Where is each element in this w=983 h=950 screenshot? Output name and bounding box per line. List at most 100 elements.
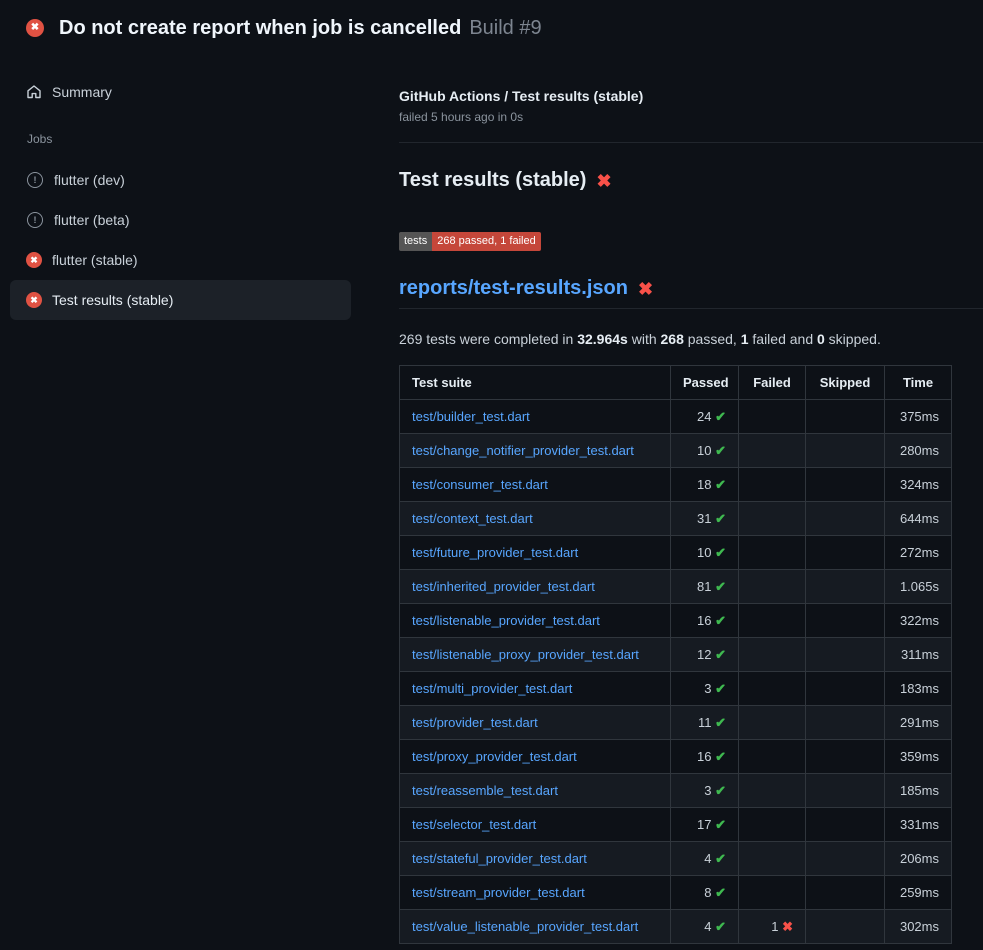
suite-cell: test/stream_provider_test.dart	[400, 876, 671, 910]
passed-cell: 4 ✔	[671, 842, 739, 876]
sidebar-item-summary[interactable]: Summary	[10, 72, 351, 112]
sidebar: Summary Jobs ! flutter (dev) ! flutter (…	[0, 56, 399, 320]
table-row: test/value_listenable_provider_test.dart…	[400, 910, 952, 944]
suite-link[interactable]: test/listenable_proxy_provider_test.dart	[412, 647, 639, 662]
table-row: test/multi_provider_test.dart3 ✔183ms	[400, 672, 952, 706]
check-icon: ✔	[715, 919, 726, 934]
suite-cell: test/context_test.dart	[400, 502, 671, 536]
check-icon: ✔	[715, 409, 726, 424]
skipped-cell	[806, 434, 885, 468]
suite-cell: test/provider_test.dart	[400, 706, 671, 740]
sidebar-item-test-results-stable[interactable]: ✖ Test results (stable)	[10, 280, 351, 320]
suite-cell: test/future_provider_test.dart	[400, 536, 671, 570]
section-title-text: Test results (stable)	[399, 169, 586, 192]
passed-cell: 3 ✔	[671, 672, 739, 706]
check-icon: ✔	[715, 749, 726, 764]
failed-cell: 1 ✖	[739, 910, 806, 944]
time-cell: 291ms	[885, 706, 952, 740]
suite-link[interactable]: test/provider_test.dart	[412, 715, 538, 730]
home-icon	[26, 84, 42, 100]
failed-cell	[739, 570, 806, 604]
skipped-cell	[806, 570, 885, 604]
time-cell: 324ms	[885, 468, 952, 502]
passed-cell: 24 ✔	[671, 400, 739, 434]
failed-cell	[739, 706, 806, 740]
suite-cell: test/listenable_provider_test.dart	[400, 604, 671, 638]
suite-cell: test/consumer_test.dart	[400, 468, 671, 502]
suite-link[interactable]: test/change_notifier_provider_test.dart	[412, 443, 634, 458]
time-cell: 644ms	[885, 502, 952, 536]
table-row: test/reassemble_test.dart3 ✔185ms	[400, 774, 952, 808]
suite-link[interactable]: test/value_listenable_provider_test.dart	[412, 919, 638, 934]
report-file-link[interactable]: reports/test-results.json	[399, 277, 628, 300]
failed-cell	[739, 808, 806, 842]
failed-cell	[739, 774, 806, 808]
time-cell: 259ms	[885, 876, 952, 910]
jobs-section-label: Jobs	[0, 112, 399, 160]
suite-link[interactable]: test/stream_provider_test.dart	[412, 885, 585, 900]
suite-link[interactable]: test/selector_test.dart	[412, 817, 536, 832]
suite-link[interactable]: test/future_provider_test.dart	[412, 545, 578, 560]
suite-cell: test/selector_test.dart	[400, 808, 671, 842]
suite-link[interactable]: test/consumer_test.dart	[412, 477, 548, 492]
suite-link[interactable]: test/proxy_provider_test.dart	[412, 749, 577, 764]
suite-link[interactable]: test/multi_provider_test.dart	[412, 681, 572, 696]
x-circle-icon: ✖	[26, 19, 44, 37]
check-icon: ✔	[715, 443, 726, 458]
failed-cell	[739, 536, 806, 570]
sidebar-item-label: flutter (beta)	[54, 212, 129, 228]
table-row: test/inherited_provider_test.dart81 ✔1.0…	[400, 570, 952, 604]
check-icon: ✔	[715, 647, 726, 662]
table-row: test/selector_test.dart17 ✔331ms	[400, 808, 952, 842]
time-cell: 359ms	[885, 740, 952, 774]
suite-cell: test/builder_test.dart	[400, 400, 671, 434]
sidebar-item-label: Test results (stable)	[52, 292, 173, 308]
suite-cell: test/proxy_provider_test.dart	[400, 740, 671, 774]
suite-link[interactable]: test/reassemble_test.dart	[412, 783, 558, 798]
sidebar-item-flutter-dev[interactable]: ! flutter (dev)	[10, 160, 351, 200]
suite-link[interactable]: test/stateful_provider_test.dart	[412, 851, 587, 866]
failed-cell	[739, 502, 806, 536]
passed-cell: 31 ✔	[671, 502, 739, 536]
neutral-status-icon: !	[27, 172, 43, 188]
badge-value: 268 passed, 1 failed	[432, 232, 540, 251]
header-skipped: Skipped	[806, 366, 885, 400]
x-circle-icon: ✖	[26, 292, 42, 308]
failed-cell	[739, 468, 806, 502]
divider	[399, 142, 983, 143]
sidebar-item-flutter-stable[interactable]: ✖ flutter (stable)	[10, 240, 351, 280]
main-content: GitHub Actions / Test results (stable) f…	[399, 56, 983, 944]
page-header: ✖ Do not create report when job is cance…	[0, 0, 983, 56]
passed-cell: 16 ✔	[671, 740, 739, 774]
run-status-line: failed 5 hours ago in 0s	[399, 110, 983, 124]
table-row: test/provider_test.dart11 ✔291ms	[400, 706, 952, 740]
failed-cell	[739, 740, 806, 774]
skipped-cell	[806, 910, 885, 944]
x-circle-icon: ✖	[26, 252, 42, 268]
table-row: test/listenable_proxy_provider_test.dart…	[400, 638, 952, 672]
skipped-cell	[806, 536, 885, 570]
suite-link[interactable]: test/context_test.dart	[412, 511, 533, 526]
failed-cell	[739, 842, 806, 876]
test-results-table: Test suite Passed Failed Skipped Time te…	[399, 365, 952, 944]
failed-cell	[739, 672, 806, 706]
suite-link[interactable]: test/inherited_provider_test.dart	[412, 579, 595, 594]
table-row: test/consumer_test.dart18 ✔324ms	[400, 468, 952, 502]
suite-link[interactable]: test/builder_test.dart	[412, 409, 530, 424]
suite-link[interactable]: test/listenable_provider_test.dart	[412, 613, 600, 628]
x-icon: ✖	[596, 172, 611, 190]
check-icon: ✔	[715, 511, 726, 526]
skipped-cell	[806, 604, 885, 638]
sidebar-item-label: flutter (dev)	[54, 172, 125, 188]
skipped-cell	[806, 502, 885, 536]
skipped-cell	[806, 706, 885, 740]
failed-cell	[739, 400, 806, 434]
sidebar-item-flutter-beta[interactable]: ! flutter (beta)	[10, 200, 351, 240]
check-icon: ✔	[715, 885, 726, 900]
section-title: Test results (stable) ✖	[399, 169, 983, 192]
header-test-suite: Test suite	[400, 366, 671, 400]
results-table-body: test/builder_test.dart24 ✔375mstest/chan…	[400, 400, 952, 944]
passed-cell: 10 ✔	[671, 536, 739, 570]
report-heading: reports/test-results.json ✖	[399, 277, 983, 309]
check-icon: ✔	[715, 545, 726, 560]
